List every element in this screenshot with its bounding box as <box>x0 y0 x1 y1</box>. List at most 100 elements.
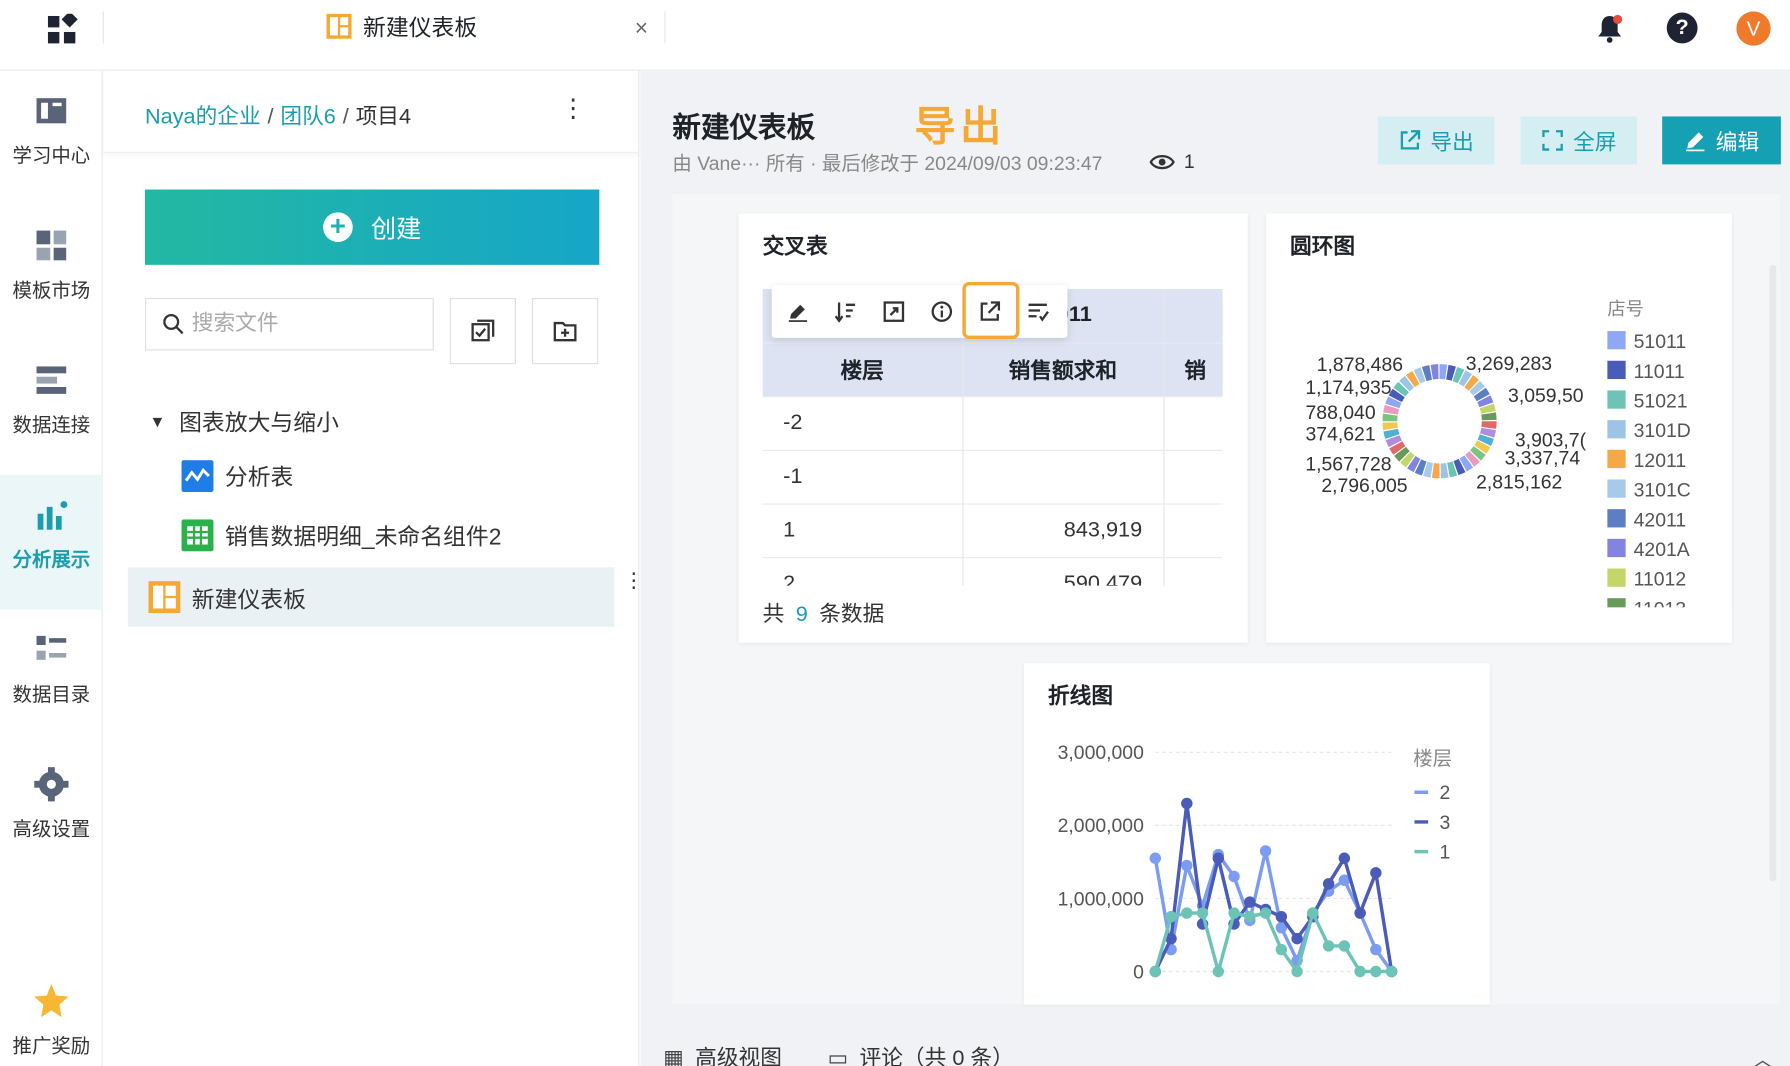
tree-folder-label: 图表放大与缩小 <box>179 410 339 437</box>
info-icon[interactable] <box>925 295 959 329</box>
sort-icon[interactable] <box>829 295 863 329</box>
donut-slice[interactable] <box>1382 422 1398 431</box>
nav-item-data-catalog[interactable]: 数据目录 <box>0 610 103 745</box>
fullscreen-button[interactable]: 全屏 <box>1520 116 1638 165</box>
app-logo-icon[interactable] <box>46 13 78 46</box>
data-point[interactable] <box>1322 940 1335 952</box>
donut-slice[interactable] <box>1440 462 1449 479</box>
legend-label[interactable]: 11012 <box>1634 569 1686 591</box>
series-line[interactable] <box>1153 908 1392 979</box>
donut-card[interactable]: 圆环图 1,878,486 1,174,935 788,040 374,621 1,56… <box>1266 213 1732 643</box>
fullscreen-icon <box>1542 130 1563 151</box>
data-point[interactable] <box>1322 878 1335 890</box>
notification-bell-icon[interactable] <box>1596 14 1623 44</box>
line-chart-card[interactable]: 折线图 3,000,000 2,000,000 1,000,000 0 楼层 2 3 1 <box>1024 663 1490 1005</box>
data-point[interactable] <box>1275 943 1288 956</box>
tree-item-sales-detail[interactable]: 销售数据明细_未命名组件2 <box>181 518 501 551</box>
data-point[interactable] <box>1196 907 1209 919</box>
data-point[interactable] <box>1338 940 1351 952</box>
nav-item-promotion-reward[interactable]: 推广奖励 <box>0 961 103 1066</box>
export-button[interactable]: 导出 <box>1377 116 1495 165</box>
legend-label[interactable]: 42011 <box>1634 509 1686 531</box>
tree-folder[interactable]: ▼ 图表放大与缩小 <box>150 404 339 437</box>
nav-item-analysis[interactable]: 分析展示 <box>0 474 103 610</box>
data-point[interactable] <box>1181 797 1193 810</box>
chevron-up-icon[interactable]: ︿ <box>1752 1043 1773 1066</box>
filter-list-icon[interactable] <box>1021 295 1055 329</box>
donut-slice[interactable] <box>1481 412 1497 421</box>
batch-check-icon <box>471 319 495 342</box>
data-point[interactable] <box>1275 910 1288 923</box>
donut-label: 1,878,486 <box>1317 354 1403 376</box>
data-point[interactable] <box>1212 852 1225 864</box>
comments-tab[interactable]: ▭ 评论（共 0 条） <box>828 1041 1014 1066</box>
legend-label[interactable]: 11011 <box>1634 361 1685 383</box>
legend-label[interactable]: 51021 <box>1634 391 1688 413</box>
data-point[interactable] <box>1291 932 1303 945</box>
create-button[interactable]: + 创建 <box>144 189 600 265</box>
avatar[interactable]: V <box>1736 11 1771 46</box>
data-point[interactable] <box>1149 852 1162 864</box>
data-point[interactable] <box>1354 907 1366 919</box>
batch-select-button[interactable] <box>449 297 517 365</box>
legend-label[interactable]: 51011 <box>1634 331 1686 353</box>
breadcrumb-org[interactable]: Naya的企业 <box>145 105 261 129</box>
legend-label[interactable]: 3101C <box>1634 480 1691 502</box>
data-point[interactable] <box>1181 907 1193 919</box>
tree-item-analysis-table[interactable]: 分析表 <box>181 459 293 492</box>
edit-icon[interactable] <box>781 295 815 329</box>
data-point[interactable] <box>1212 965 1225 978</box>
tree-item-label: 新建仪表板 <box>191 587 306 613</box>
nav-item-learning-center[interactable]: 学习中心 <box>0 71 103 206</box>
data-point[interactable] <box>1291 965 1303 978</box>
data-point[interactable] <box>1370 943 1382 956</box>
donut-slice[interactable] <box>1430 364 1439 380</box>
legend-label[interactable]: 3 <box>1440 812 1451 834</box>
data-point[interactable] <box>1244 896 1256 908</box>
data-point[interactable] <box>1370 867 1382 879</box>
legend-label[interactable]: 1 <box>1440 841 1451 863</box>
data-point[interactable] <box>1385 965 1398 978</box>
tab-close-icon[interactable]: × <box>635 16 648 42</box>
data-point[interactable] <box>1259 907 1272 919</box>
data-point[interactable] <box>1307 907 1319 919</box>
donut-slice[interactable] <box>1382 413 1398 422</box>
more-options-icon[interactable]: ⋮ <box>561 94 586 124</box>
data-point[interactable] <box>1228 870 1240 883</box>
donut-slice[interactable] <box>1431 463 1440 479</box>
nav-item-template-market[interactable]: 模板市场 <box>0 205 103 340</box>
nav-item-advanced-settings[interactable]: 高级设置 <box>0 744 103 879</box>
table-row: 2 590,479 <box>762 557 1223 586</box>
comment-icon: ▭ <box>827 1046 849 1066</box>
donut-slice[interactable] <box>1439 364 1448 380</box>
data-point[interactable] <box>1354 965 1366 978</box>
legend-label[interactable]: 3101D <box>1634 420 1691 442</box>
data-point[interactable] <box>1244 910 1256 923</box>
new-folder-button[interactable] <box>531 297 599 365</box>
vertical-scrollbar[interactable] <box>1769 264 1777 882</box>
data-point[interactable] <box>1228 907 1240 919</box>
data-point[interactable] <box>1338 852 1351 864</box>
help-icon[interactable]: ? <box>1666 12 1698 44</box>
tab-dashboard[interactable]: 新建仪表板 <box>326 9 477 42</box>
data-point[interactable] <box>1370 965 1382 978</box>
table-header-cell: 销 <box>1163 342 1223 397</box>
nav-item-data-connection[interactable]: 数据连接 <box>0 340 103 475</box>
data-point[interactable] <box>1259 845 1272 857</box>
donut-slice[interactable] <box>1481 421 1497 429</box>
crosstable-card[interactable]: 交叉表 店号 11011 楼层 销售额求和 销 <box>738 213 1248 643</box>
legend-label[interactable]: 2 <box>1440 782 1451 804</box>
legend-label[interactable]: 12011 <box>1634 450 1686 472</box>
data-point[interactable] <box>1165 910 1177 923</box>
donut-label: 1,567,728 <box>1305 453 1391 475</box>
search-input[interactable] <box>191 311 421 337</box>
advanced-view-tab[interactable]: ▦ 高级视图 <box>663 1041 782 1066</box>
data-point[interactable] <box>1181 859 1193 872</box>
expand-icon[interactable] <box>877 295 911 329</box>
tree-item-dashboard[interactable]: 新建仪表板 <box>127 567 615 627</box>
edit-button[interactable]: 编辑 <box>1662 116 1781 165</box>
breadcrumb-team[interactable]: 团队6 <box>280 105 335 129</box>
data-point[interactable] <box>1149 965 1162 978</box>
legend-label[interactable]: 4201A <box>1634 539 1690 561</box>
caret-down-icon[interactable]: ▼ <box>150 412 166 430</box>
